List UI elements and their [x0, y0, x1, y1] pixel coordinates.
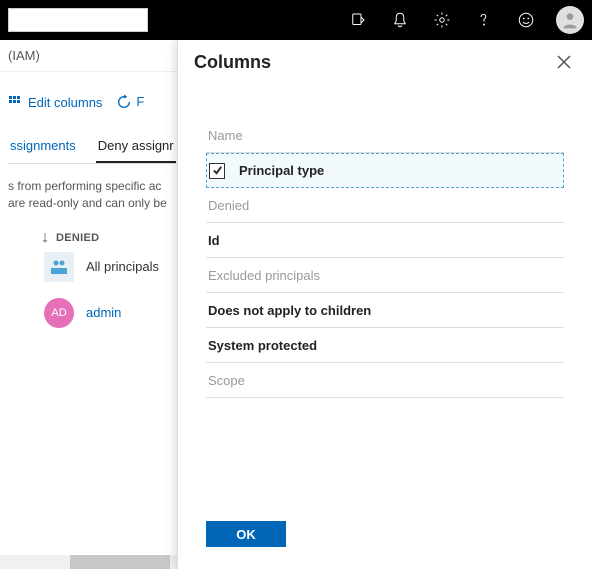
checkbox-icon[interactable]: [209, 163, 225, 179]
row-label-admin[interactable]: admin: [86, 305, 121, 320]
sort-icon: [40, 233, 50, 243]
row-label-all-principals: All principals: [86, 259, 159, 274]
column-label: Does not apply to children: [208, 303, 371, 318]
column-label: Scope: [208, 373, 245, 388]
edit-columns-label: Edit columns: [28, 95, 102, 110]
directory-switch-icon[interactable]: [338, 0, 378, 40]
close-icon[interactable]: [552, 50, 576, 74]
column-option[interactable]: Principal type: [206, 153, 564, 188]
help-icon[interactable]: [464, 0, 504, 40]
column-label: System protected: [208, 338, 317, 353]
breadcrumb-text: (IAM): [8, 48, 40, 63]
feedback-icon[interactable]: [506, 0, 546, 40]
search-input[interactable]: [8, 8, 148, 32]
settings-icon[interactable]: [422, 0, 462, 40]
column-option[interactable]: Id: [206, 223, 564, 258]
column-option[interactable]: Scope: [206, 363, 564, 398]
column-option[interactable]: Does not apply to children: [206, 293, 564, 328]
topbar: [0, 0, 592, 40]
group-icon: [44, 252, 74, 282]
tab-role-assignments[interactable]: ssignments: [8, 132, 78, 163]
refresh-label-fragment: F: [136, 94, 144, 110]
user-badge-icon: AD: [44, 298, 74, 328]
column-option[interactable]: Excluded principals: [206, 258, 564, 293]
user-avatar[interactable]: [556, 6, 584, 34]
column-label: Excluded principals: [208, 268, 320, 283]
tab-deny-assignments[interactable]: Deny assignr: [96, 132, 176, 163]
refresh-button[interactable]: F: [116, 94, 144, 110]
column-option[interactable]: Name: [206, 118, 564, 153]
column-option[interactable]: System protected: [206, 328, 564, 363]
panel-body: Name Principal type Denied Id Excluded princ…: [178, 88, 592, 507]
ok-button[interactable]: OK: [206, 521, 286, 547]
columns-panel: Columns Name Principal type Denied Id Exclud…: [177, 40, 592, 569]
horizontal-scrollbar[interactable]: [0, 555, 178, 569]
topbar-icons: [338, 0, 584, 40]
notifications-icon[interactable]: [380, 0, 420, 40]
panel-header: Columns: [178, 40, 592, 88]
columns-icon: [8, 95, 22, 109]
column-label: Name: [208, 128, 243, 143]
edit-columns-button[interactable]: Edit columns: [8, 95, 102, 110]
panel-title: Columns: [194, 52, 271, 73]
column-option[interactable]: Denied: [206, 188, 564, 223]
panel-footer: OK: [178, 507, 592, 569]
column-label: Denied: [208, 198, 249, 213]
column-label: Principal type: [239, 163, 324, 178]
column-label: Id: [208, 233, 220, 248]
scrollbar-thumb[interactable]: [70, 555, 170, 569]
